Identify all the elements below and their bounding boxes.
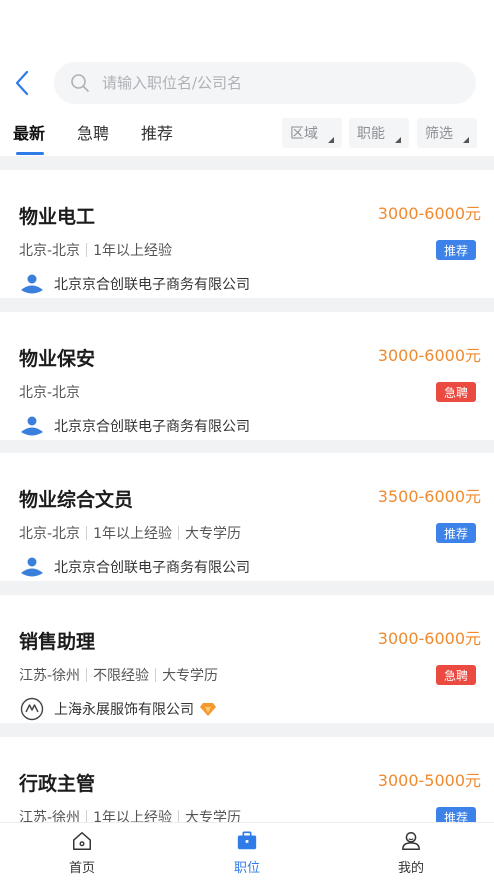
search-box[interactable] xyxy=(54,62,476,104)
status-badge: 急聘 xyxy=(436,382,476,402)
triangle-down-icon xyxy=(328,137,334,143)
job-title: 行政主管 xyxy=(19,773,96,795)
job-education: 大专学历 xyxy=(162,668,219,684)
triangle-down-icon xyxy=(395,137,401,143)
tabbar-item-jobs[interactable]: 职位 xyxy=(202,829,292,876)
divider xyxy=(86,810,88,822)
search-input[interactable] xyxy=(102,74,432,92)
user-icon xyxy=(366,829,456,853)
divider xyxy=(86,668,88,682)
company-logo-icon xyxy=(19,697,45,721)
job-card[interactable]: 物业保安 3000-6000元 北京-北京 急聘 北京京合创联电子商务有限公司 xyxy=(0,312,494,440)
bottom-tab-bar: 首页 职位 我的 xyxy=(0,822,494,880)
job-meta: 北京-北京 1年以上经验 大专学历 xyxy=(19,523,241,543)
company-logo-icon xyxy=(19,414,45,438)
tab-recommended[interactable]: 推荐 xyxy=(141,120,173,144)
filter-function-label: 职能 xyxy=(357,126,385,142)
job-meta: 江苏-徐州 不限经验 大专学历 xyxy=(19,665,218,685)
job-meta: 北京-北京 1年以上经验 xyxy=(19,240,172,260)
briefcase-icon xyxy=(202,829,292,853)
divider xyxy=(177,526,179,540)
company-name: 北京京合创联电子商务有限公司 xyxy=(54,560,250,576)
tab-latest[interactable]: 最新 xyxy=(13,120,45,144)
tabbar-item-profile[interactable]: 我的 xyxy=(366,829,456,876)
job-title: 销售助理 xyxy=(19,631,96,653)
filter-more-label: 筛选 xyxy=(425,126,453,142)
company-name: 北京京合创联电子商务有限公司 xyxy=(54,277,250,293)
job-education: 大专学历 xyxy=(184,810,241,822)
divider xyxy=(86,243,88,257)
company-logo-icon xyxy=(19,555,45,579)
job-salary: 3000-6000元 xyxy=(377,346,481,365)
tab-bar: 最新 急聘 推荐 区域 职能 筛选 xyxy=(0,118,494,160)
back-button[interactable] xyxy=(10,68,36,98)
filter-region[interactable]: 区域 xyxy=(282,118,342,148)
tabbar-label: 首页 xyxy=(68,861,95,876)
search-icon xyxy=(70,73,90,93)
job-experience: 1年以上经验 xyxy=(93,810,172,822)
job-experience: 不限经验 xyxy=(93,668,150,684)
job-location: 北京-北京 xyxy=(19,526,81,542)
triangle-down-icon xyxy=(463,137,469,143)
status-badge: 急聘 xyxy=(436,665,476,685)
company-name: 上海永展服饰有限公司 xyxy=(54,702,194,718)
job-card[interactable]: 物业综合文员 3500-6000元 北京-北京 1年以上经验 大专学历 推荐 北… xyxy=(0,453,494,581)
company-row[interactable]: 上海永展服饰有限公司 xyxy=(19,697,216,721)
job-title: 物业综合文员 xyxy=(19,489,134,511)
job-salary: 3000-6000元 xyxy=(377,629,481,648)
job-experience: 1年以上经验 xyxy=(93,243,172,259)
company-row[interactable]: 北京京合创联电子商务有限公司 xyxy=(19,414,250,438)
job-card[interactable]: 物业电工 3000-6000元 北京-北京 1年以上经验 推荐 北京京合创联电子… xyxy=(0,170,494,298)
job-meta: 江苏-徐州 1年以上经验 大专学历 xyxy=(19,807,241,822)
job-salary: 3000-6000元 xyxy=(377,204,481,223)
job-meta: 北京-北京 xyxy=(19,382,80,402)
filter-function[interactable]: 职能 xyxy=(349,118,409,148)
divider xyxy=(155,668,157,682)
job-list[interactable]: 物业电工 3000-6000元 北京-北京 1年以上经验 推荐 北京京合创联电子… xyxy=(0,156,494,822)
job-location: 江苏-徐州 xyxy=(19,668,81,684)
tabbar-item-home[interactable]: 首页 xyxy=(37,829,127,876)
company-row[interactable]: 北京京合创联电子商务有限公司 xyxy=(19,555,250,579)
tabbar-label: 我的 xyxy=(397,861,424,876)
divider xyxy=(177,810,179,822)
header: 最新 急聘 推荐 区域 职能 筛选 xyxy=(0,0,494,160)
company-logo-icon xyxy=(19,272,45,296)
job-salary: 3500-6000元 xyxy=(377,487,481,506)
chevron-left-icon xyxy=(15,70,29,96)
tab-urgent[interactable]: 急聘 xyxy=(77,120,109,144)
tabbar-label: 职位 xyxy=(233,861,260,876)
active-tab-indicator xyxy=(16,152,44,155)
home-icon xyxy=(37,829,127,853)
job-title: 物业电工 xyxy=(19,206,96,228)
job-card[interactable]: 销售助理 3000-6000元 江苏-徐州 不限经验 大专学历 急聘 上海永展服… xyxy=(0,595,494,723)
status-badge: 推荐 xyxy=(436,240,476,260)
job-salary: 3000-5000元 xyxy=(377,771,481,790)
filter-more[interactable]: 筛选 xyxy=(417,118,477,148)
job-location: 北京-北京 xyxy=(19,385,81,401)
diamond-icon xyxy=(200,702,216,716)
status-badge: 推荐 xyxy=(436,807,476,822)
company-name: 北京京合创联电子商务有限公司 xyxy=(54,419,250,435)
job-title: 物业保安 xyxy=(19,348,96,370)
job-card[interactable]: 行政主管 3000-5000元 江苏-徐州 1年以上经验 大专学历 推荐 xyxy=(0,737,494,822)
filter-region-label: 区域 xyxy=(290,126,318,142)
job-education: 大专学历 xyxy=(184,526,241,542)
job-location: 北京-北京 xyxy=(19,243,81,259)
divider xyxy=(86,526,88,540)
job-location: 江苏-徐州 xyxy=(19,810,81,822)
job-experience: 1年以上经验 xyxy=(93,526,172,542)
company-row[interactable]: 北京京合创联电子商务有限公司 xyxy=(19,272,250,296)
status-badge: 推荐 xyxy=(436,523,476,543)
